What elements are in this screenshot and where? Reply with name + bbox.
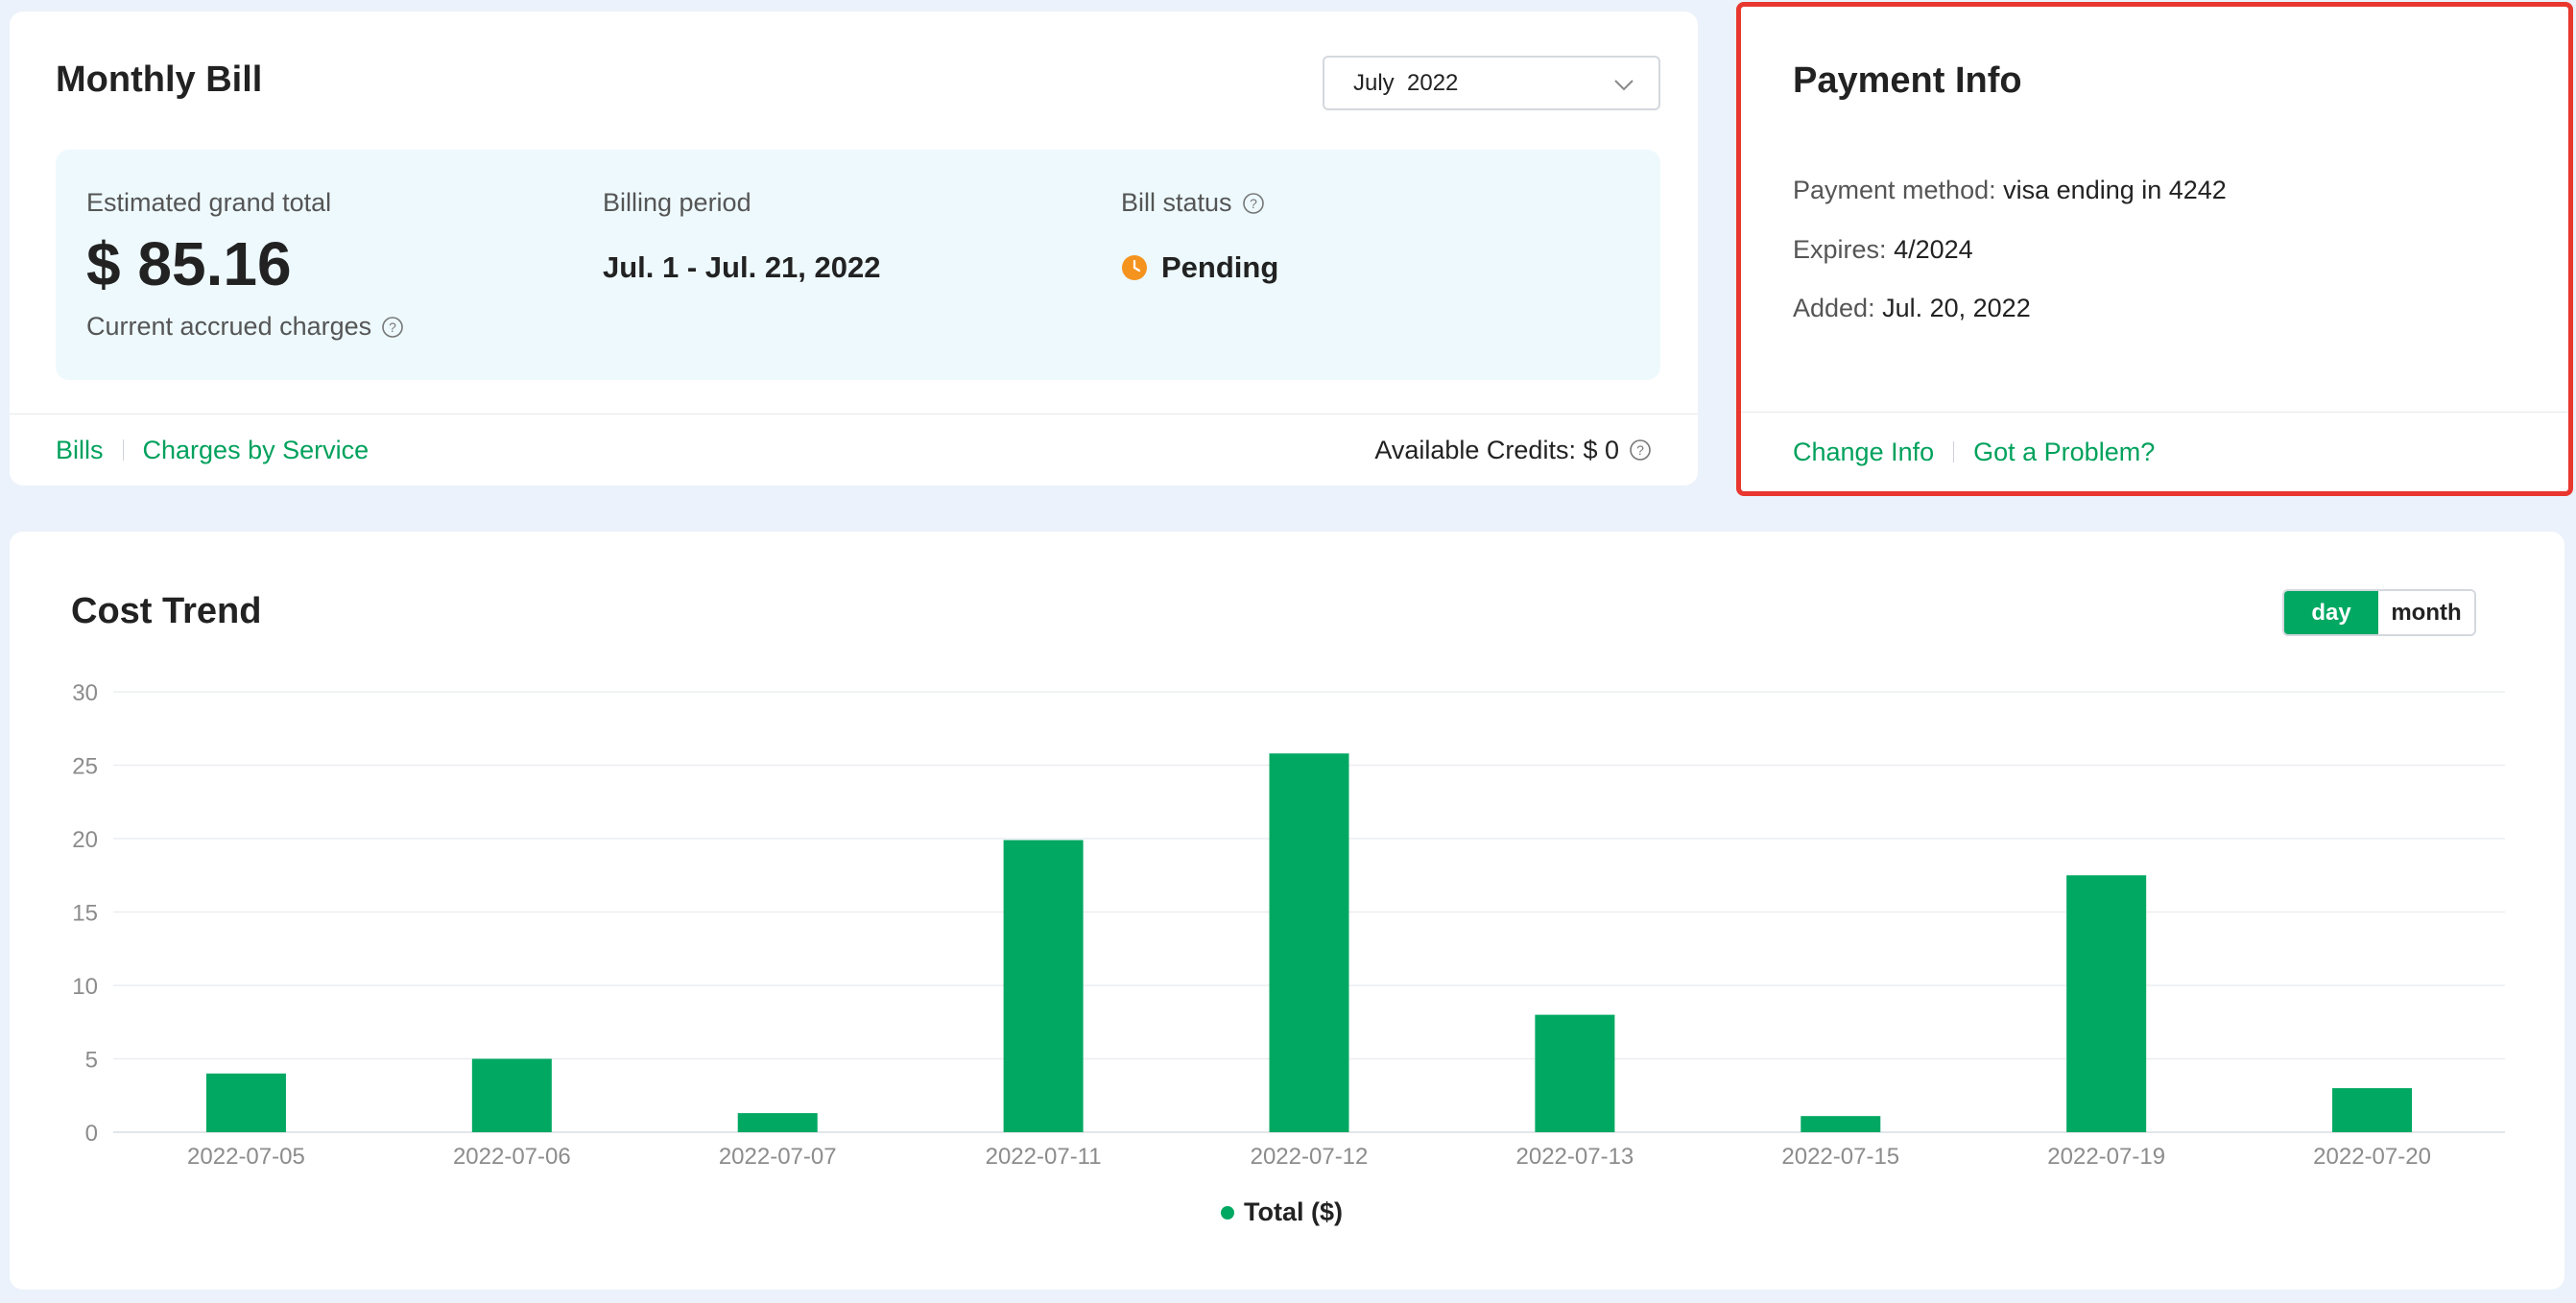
y-tick-label: 30 (72, 680, 98, 706)
cost-trend-chart: 0 5 10 15 20 25 30 2022-07-05 2022-07-06 2022-07-… (72, 680, 2505, 1170)
billing-period-value: Jul. 1 - Jul. 21, 2022 (603, 250, 881, 284)
bar[interactable] (471, 1058, 552, 1133)
chart-legend[interactable]: Total ($) (1221, 1197, 1343, 1227)
x-tick-label: 2022-07-19 (2047, 1144, 2165, 1170)
divider (1953, 441, 1955, 462)
legend-dot (1221, 1205, 1234, 1220)
legend-label: Total ($) (1244, 1197, 1343, 1226)
y-tick-label: 20 (72, 827, 98, 853)
payment-info-title: Payment Info (1793, 60, 2022, 101)
svg-text:?: ? (1250, 196, 1257, 211)
got-a-problem-link[interactable]: Got a Problem? (1973, 438, 2155, 467)
bar[interactable] (1003, 840, 1084, 1132)
added-label: Added: (1793, 294, 1875, 322)
bar[interactable] (1801, 1116, 1881, 1132)
x-tick-label: 2022-07-11 (986, 1144, 1102, 1170)
payment-method-label: Payment method: (1793, 176, 1996, 204)
expires-row: Expires: 4/2024 (1793, 235, 1973, 265)
bill-status-row: Pending (1121, 250, 1278, 285)
svg-text:?: ? (1636, 442, 1644, 458)
bar[interactable] (1269, 753, 1349, 1132)
clock-icon (1122, 255, 1147, 280)
estimated-total-value: $ 85.16 (86, 229, 292, 298)
help-icon[interactable]: ? (1242, 192, 1265, 215)
bill-footer: Bills Charges by Service Available Credi… (10, 414, 1698, 486)
month-select-value: July 2022 (1353, 69, 1459, 96)
bar[interactable] (2332, 1088, 2413, 1132)
bar[interactable] (2066, 875, 2147, 1132)
bar[interactable] (1535, 1014, 1615, 1132)
bill-status-block: Bill status ? Pending (1121, 188, 1278, 285)
payment-footer: Change Info Got a Problem? (1741, 412, 2568, 491)
payment-info-card: Payment Info Payment method: visa ending… (1736, 2, 2573, 496)
accrued-charges-row: Current accrued charges ? (86, 312, 404, 342)
estimated-total-block: Estimated grand total $ 85.16 Current ac… (86, 188, 404, 342)
x-tick-label: 2022-07-07 (719, 1144, 837, 1170)
monthly-bill-title: Monthly Bill (56, 59, 263, 100)
expires-value: 4/2024 (1894, 235, 1973, 264)
help-icon[interactable]: ? (381, 316, 404, 339)
cost-trend-card: Cost Trend day month 0 5 10 15 20 25 30 2022-07… (10, 532, 2564, 1290)
bar[interactable] (737, 1113, 818, 1132)
svg-text:?: ? (389, 320, 396, 335)
added-row: Added: Jul. 20, 2022 (1793, 294, 2031, 323)
bill-status-value: Pending (1161, 250, 1279, 284)
x-tick-label: 2022-07-13 (1516, 1144, 1634, 1170)
month-select[interactable]: July 2022 (1323, 56, 1660, 110)
x-tick-label: 2022-07-15 (1781, 1144, 1899, 1170)
y-tick-label: 5 (85, 1048, 98, 1074)
expires-label: Expires: (1793, 235, 1887, 264)
accrued-charges-label: Current accrued charges (86, 312, 372, 341)
chevron-down-icon (1614, 80, 1634, 91)
y-tick-label: 25 (72, 754, 98, 780)
help-icon[interactable]: ? (1629, 438, 1652, 462)
monthly-bill-card: Monthly Bill July 2022 Estimated grand t… (10, 12, 1698, 486)
change-info-link[interactable]: Change Info (1793, 438, 1934, 467)
y-tick-label: 10 (72, 974, 98, 1000)
x-tick-label: 2022-07-05 (187, 1144, 305, 1170)
bill-status-label-row: Bill status ? (1121, 188, 1278, 218)
y-tick-label: 15 (72, 901, 98, 927)
bill-summary: Estimated grand total $ 85.16 Current ac… (56, 150, 1660, 380)
bar[interactable] (205, 1073, 286, 1132)
available-credits: Available Credits: $ 0 ? (1374, 436, 1652, 465)
x-tick-label: 2022-07-06 (453, 1144, 571, 1170)
y-tick-label: 0 (85, 1121, 98, 1147)
divider (122, 439, 124, 461)
bills-link[interactable]: Bills (56, 436, 104, 465)
estimated-total-label: Estimated grand total (86, 188, 332, 217)
bill-status-label: Bill status (1121, 188, 1232, 217)
payment-method-value: visa ending in 4242 (2003, 176, 2227, 204)
available-credits-text: Available Credits: $ 0 (1374, 435, 1619, 464)
x-tick-label: 2022-07-20 (2313, 1144, 2431, 1170)
added-value: Jul. 20, 2022 (1882, 294, 2031, 322)
x-tick-label: 2022-07-12 (1251, 1144, 1369, 1170)
billing-period-label: Billing period (603, 188, 751, 217)
billing-period-block: Billing period Jul. 1 - Jul. 21, 2022 (603, 188, 881, 285)
payment-method-row: Payment method: visa ending in 4242 (1793, 176, 2227, 205)
charges-by-service-link[interactable]: Charges by Service (143, 436, 370, 465)
